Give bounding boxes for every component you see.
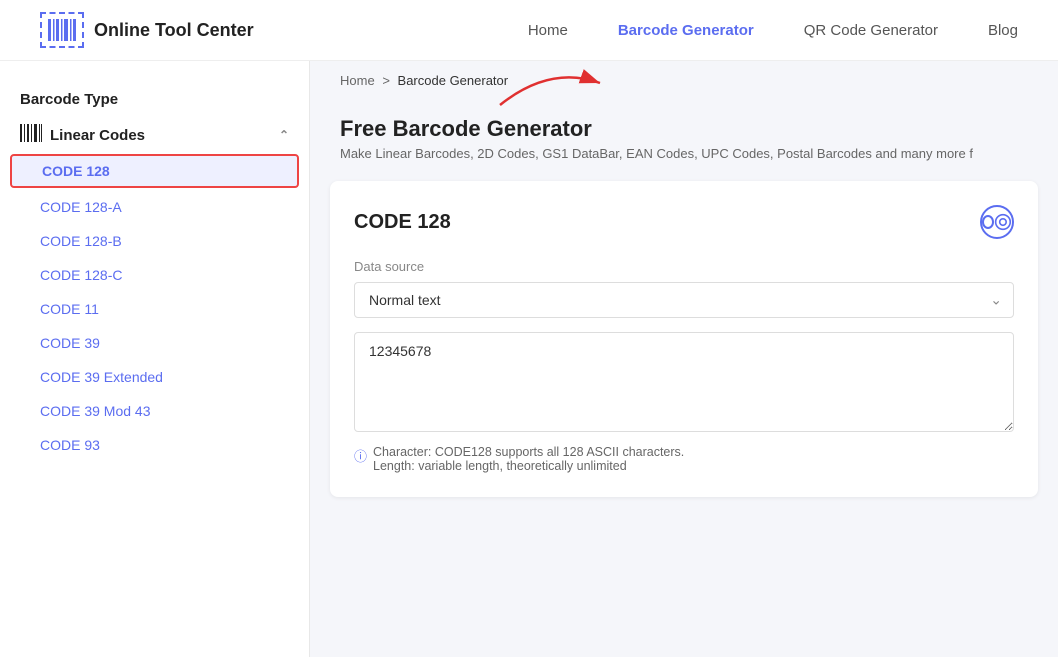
info-text: ⓘ Character: CODE128 supports all 128 AS…: [354, 445, 1014, 473]
info-icon: ⓘ: [354, 446, 367, 473]
linear-codes-label: Linear Codes: [50, 127, 145, 144]
chevron-up-icon: ⌃: [279, 128, 289, 142]
sidebar-item-code128b[interactable]: CODE 128-B: [0, 224, 309, 258]
main-nav: Home Barcode Generator QR Code Generator…: [528, 22, 1018, 39]
sidebar-section-title: Barcode Type: [0, 81, 309, 118]
card-title: CODE 128: [354, 211, 451, 234]
sidebar-item-code128a[interactable]: CODE 128-A: [0, 190, 309, 224]
header: Online Tool Center Home Barcode Generato…: [0, 0, 1058, 61]
nav-qr-code[interactable]: QR Code Generator: [804, 22, 938, 39]
sidebar-item-code93[interactable]: CODE 93: [0, 428, 309, 462]
data-source-select[interactable]: Normal text: [354, 282, 1014, 318]
card-header: CODE 128: [354, 205, 1014, 239]
settings-icon-button[interactable]: [980, 205, 1014, 239]
nav-home[interactable]: Home: [528, 22, 568, 39]
info-line2: Length: variable length, theoretically u…: [373, 459, 684, 473]
sidebar-item-code11[interactable]: CODE 11: [0, 292, 309, 326]
info-line1: Character: CODE128 supports all 128 ASCI…: [373, 445, 684, 459]
sidebar-item-code39[interactable]: CODE 39: [0, 326, 309, 360]
breadcrumb-home[interactable]: Home: [340, 73, 375, 88]
logo-icon: [40, 12, 84, 48]
nav-barcode-generator[interactable]: Barcode Generator: [618, 22, 754, 39]
sidebar: Barcode Type Linear Codes: [0, 61, 310, 657]
sidebar-item-code128[interactable]: CODE 128: [10, 154, 299, 188]
breadcrumb-separator: >: [382, 73, 390, 88]
data-source-label: Data source: [354, 259, 1014, 274]
logo-area: Online Tool Center: [40, 12, 254, 48]
main-layout: Barcode Type Linear Codes: [0, 61, 1058, 657]
info-content: Character: CODE128 supports all 128 ASCI…: [373, 445, 684, 473]
sidebar-item-code39mod43[interactable]: CODE 39 Mod 43: [0, 394, 309, 428]
select-wrapper: Normal text ⌄: [354, 282, 1014, 318]
sidebar-item-code39ext[interactable]: CODE 39 Extended: [0, 360, 309, 394]
content-area: Home > Barcode Generator Free Barcode Ge…: [310, 61, 1058, 657]
section-title-left: Linear Codes: [20, 124, 145, 146]
nav-blog[interactable]: Blog: [988, 22, 1018, 39]
page-title: Free Barcode Generator: [340, 116, 1028, 142]
sidebar-item-code128c[interactable]: CODE 128-C: [0, 258, 309, 292]
barcode-section-icon: [20, 124, 50, 146]
barcode-card: CODE 128 Data source Normal text ⌄ 12345…: [330, 181, 1038, 497]
barcode-input[interactable]: 12345678: [354, 332, 1014, 432]
linear-codes-section[interactable]: Linear Codes ⌃: [0, 118, 309, 152]
page-subtitle: Make Linear Barcodes, 2D Codes, GS1 Data…: [340, 146, 1028, 161]
page-header: Free Barcode Generator Make Linear Barco…: [310, 100, 1058, 171]
breadcrumb: Home > Barcode Generator: [310, 61, 1058, 100]
barcode-type-label: Barcode Type: [20, 91, 118, 108]
logo-text: Online Tool Center: [94, 20, 254, 41]
breadcrumb-current: Barcode Generator: [398, 73, 509, 88]
